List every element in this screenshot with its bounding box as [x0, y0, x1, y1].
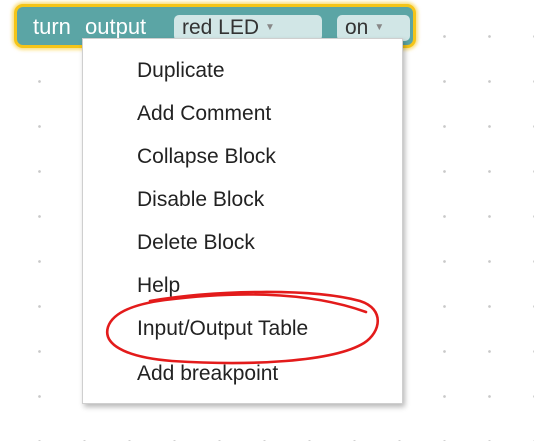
menu-item-duplicate[interactable]: Duplicate — [137, 58, 225, 84]
block-label-turn: turn — [33, 14, 71, 39]
menu-item-add-comment[interactable]: Add Comment — [137, 101, 271, 127]
blockly-workspace[interactable]: turn output red LED ▼ on ▼ Duplicate Add C… — [0, 0, 534, 441]
menu-item-disable-block[interactable]: Disable Block — [137, 187, 264, 213]
dropdown-arrow-icon: ▼ — [265, 22, 275, 34]
dropdown-arrow-icon: ▼ — [374, 22, 385, 34]
menu-item-collapse-block[interactable]: Collapse Block — [137, 144, 276, 170]
menu-item-help[interactable]: Help — [137, 273, 180, 299]
state-dropdown-value: on — [345, 16, 369, 39]
menu-item-input-output-table[interactable]: Input/Output Table — [137, 316, 308, 342]
block-context-menu: Duplicate Add Comment Collapse Block Dis… — [82, 38, 403, 404]
menu-item-delete-block[interactable]: Delete Block — [137, 230, 255, 256]
device-dropdown-value: red LED — [182, 16, 260, 39]
block-label-output: output — [85, 14, 147, 39]
menu-item-add-breakpoint[interactable]: Add breakpoint — [137, 361, 278, 387]
